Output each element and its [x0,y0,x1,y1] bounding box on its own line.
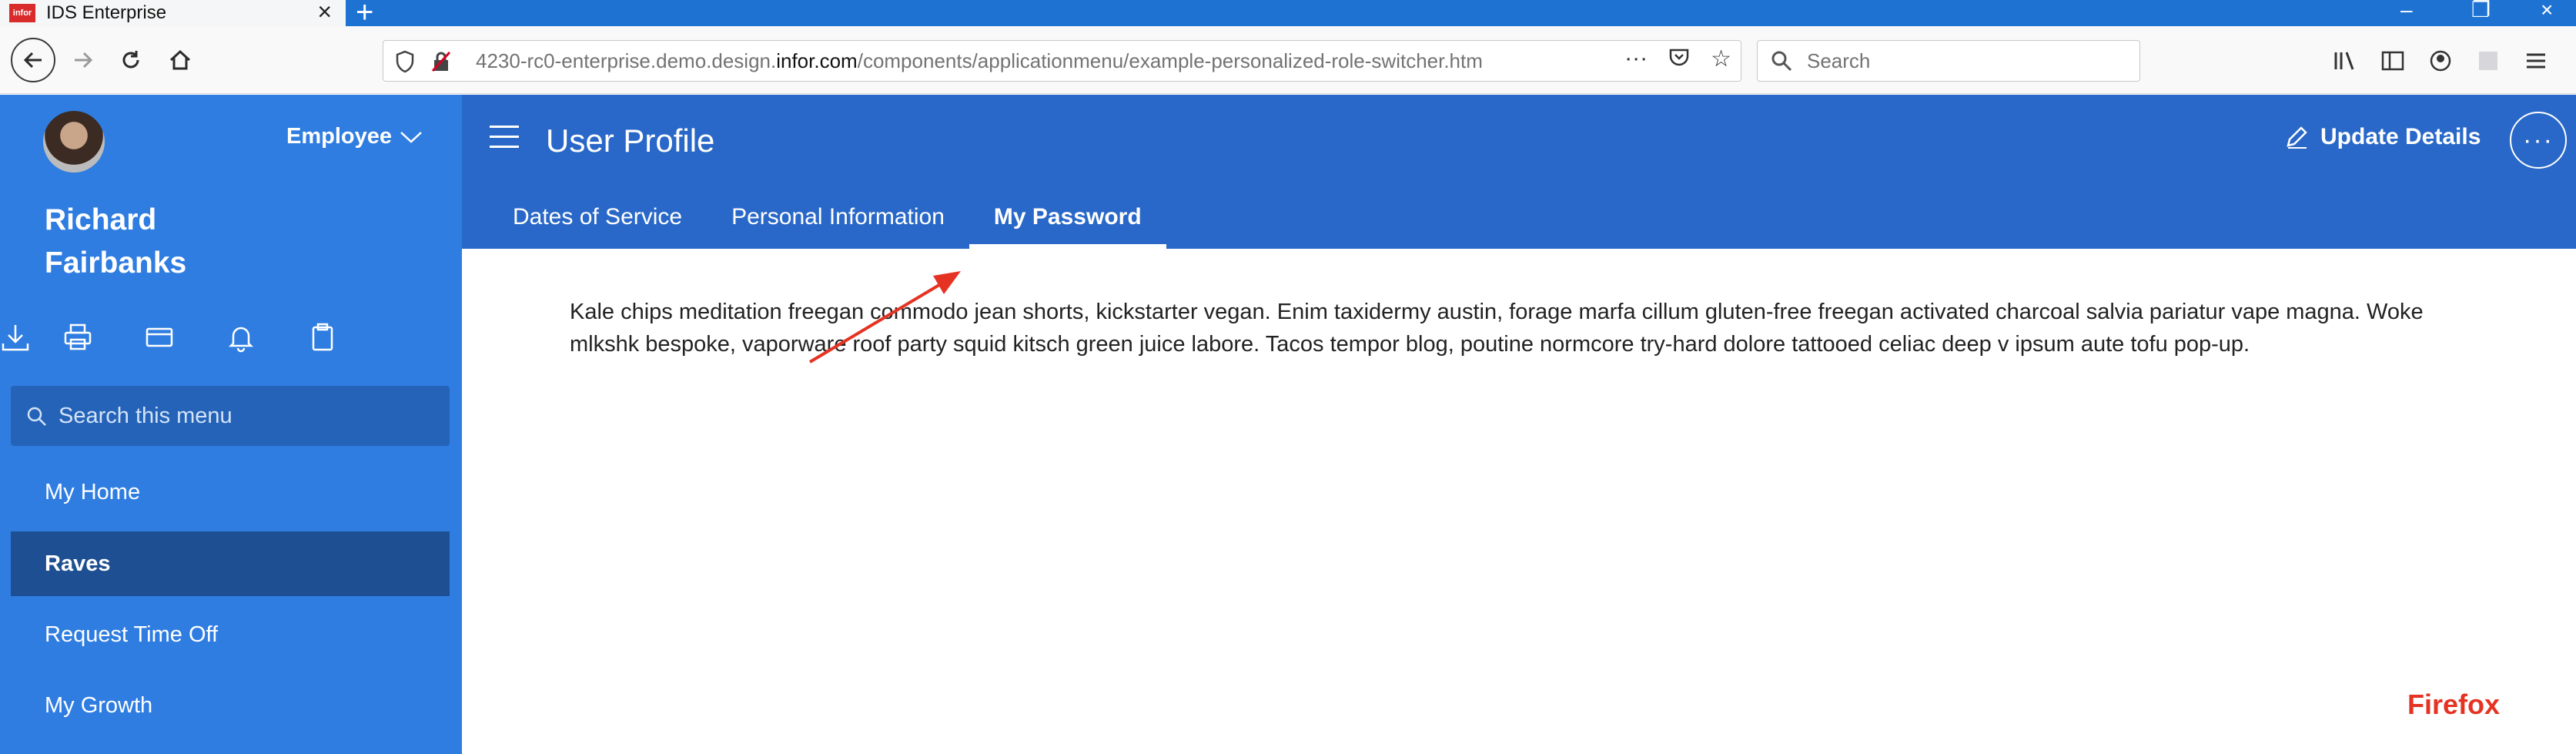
bell-icon[interactable] [200,314,282,360]
library-icon[interactable] [2333,49,2357,79]
download-icon[interactable] [0,314,37,360]
search-icon [1771,51,1792,72]
browser-search-field[interactable]: Search [1757,40,2140,82]
arrow-right-icon [75,52,93,69]
arrow-left-icon [23,52,42,69]
bookmark-star-icon[interactable]: ☆ [1711,45,1731,75]
menu-item-my-growth[interactable]: My Growth [11,673,450,738]
page-actions-icon[interactable]: ··· [1624,45,1648,75]
minimize-icon[interactable]: – [2400,0,2413,22]
annotation-arrow [808,271,961,364]
menu-item-request-time-off[interactable]: Request Time Off [11,602,450,667]
pocket-icon[interactable] [1668,45,1691,75]
url-prefix: 4230-rc0-enterprise.demo.design. [476,49,777,72]
application-menu: Employee Richard Fairbanks My Home Raves… [0,95,462,754]
edit-icon [2287,126,2307,149]
menu-icon[interactable] [2524,49,2548,79]
chevron-down-icon [400,131,422,143]
print-icon[interactable] [37,314,119,360]
home-icon [169,49,191,70]
hamburger-icon[interactable] [490,126,519,149]
page-title: User Profile [546,122,715,159]
more-actions-button[interactable]: ··· [2510,112,2567,169]
search-placeholder: Search [1807,49,1871,72]
browser-nav-bar: 4230-rc0-enterprise.demo.design.infor.co… [0,26,2576,94]
restore-icon[interactable]: ❐ [2471,0,2491,22]
card-icon[interactable] [119,314,200,360]
new-tab-icon[interactable]: + [356,0,373,28]
tab-dates-of-service[interactable]: Dates of Service [488,186,707,249]
browser-tab[interactable]: infor IDS Enterprise × [0,0,346,26]
avatar[interactable] [43,111,105,173]
infor-favicon-icon: infor [9,4,35,22]
menu-item-raves[interactable]: Raves [11,531,450,596]
account-icon[interactable] [2428,49,2453,79]
back-button[interactable] [11,38,55,82]
forward-button[interactable] [65,42,102,79]
home-button[interactable] [162,42,199,79]
url-host: infor.com [776,49,858,72]
app-header: User Profile Update Details ··· Dates of… [462,95,2576,249]
address-bar[interactable]: 4230-rc0-enterprise.demo.design.infor.co… [383,40,1741,82]
window-close-icon[interactable]: × [2541,0,2553,22]
reload-button[interactable] [112,42,149,79]
insecure-lock-icon[interactable] [430,50,453,73]
extension-icon[interactable] [2476,49,2501,79]
url-text: 4230-rc0-enterprise.demo.design.infor.co… [476,49,1554,73]
menu-search[interactable] [11,386,450,446]
annotation-label: Firefox [2407,689,2501,720]
clipboard-icon[interactable] [282,314,363,360]
menu-item-my-home[interactable]: My Home [11,460,450,524]
user-name: Richard Fairbanks [45,203,187,280]
quick-actions [0,314,363,360]
menu-search-input[interactable] [59,403,428,429]
sidebar-toggle-icon[interactable] [2380,49,2405,79]
update-details-label: Update Details [2320,124,2481,149]
tab-list: Dates of Service Personal Information My… [488,186,1166,249]
role-switcher[interactable]: Employee [286,124,423,149]
reload-icon [122,51,139,69]
search-icon [27,407,46,426]
url-path: /components/applicationmenu/example-pers… [857,49,1483,72]
role-label: Employee [286,124,392,149]
update-details-button[interactable]: Update Details [2283,124,2481,150]
tab-close-icon[interactable]: × [317,0,332,24]
tab-personal-information[interactable]: Personal Information [707,186,969,249]
browser-tab-bar: infor IDS Enterprise × + – ❐ × [0,0,2576,28]
shield-icon[interactable] [394,50,416,73]
tab-title: IDS Enterprise [46,2,167,23]
tab-my-password[interactable]: My Password [969,186,1166,249]
